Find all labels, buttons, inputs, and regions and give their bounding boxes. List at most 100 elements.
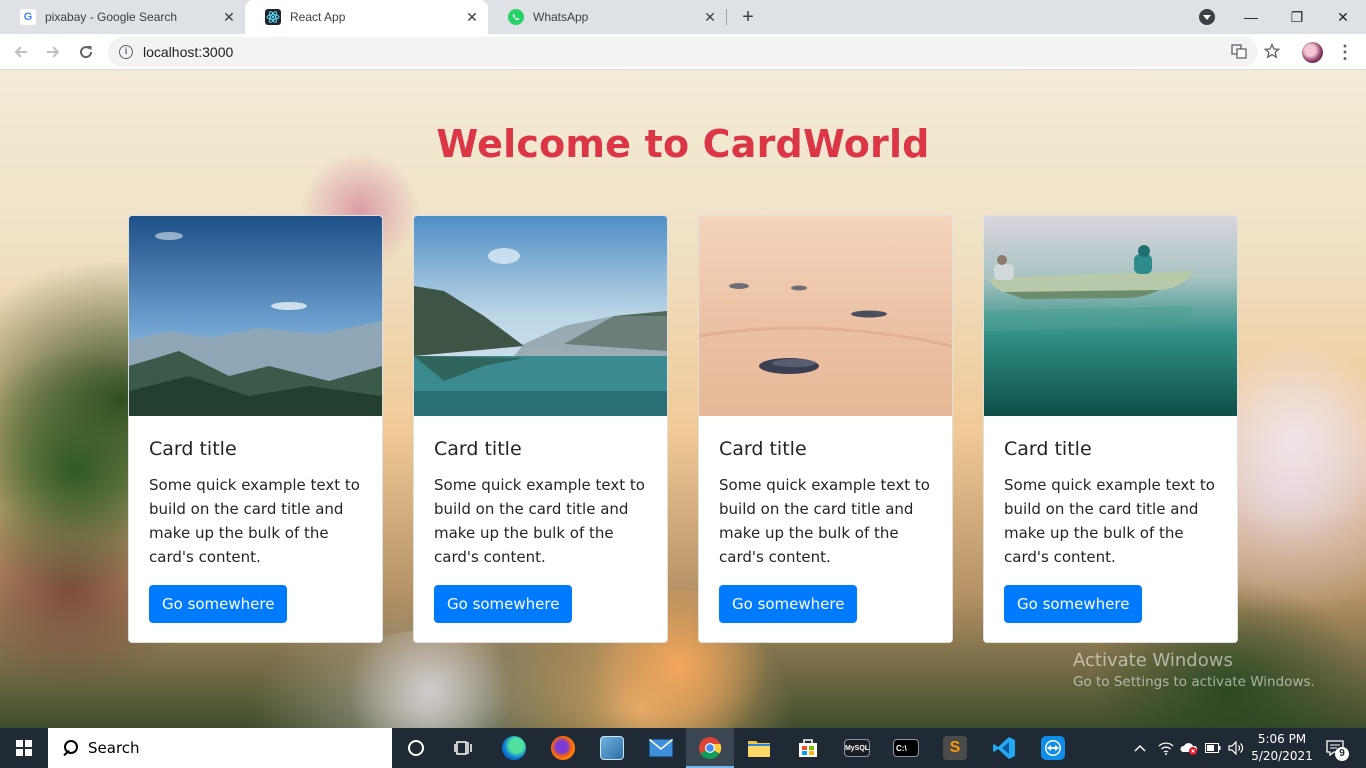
card-title: Card title <box>719 438 807 460</box>
new-tab-button[interactable]: + <box>738 7 758 27</box>
show-hidden-icons-button[interactable] <box>1130 728 1150 768</box>
tab-whatsapp[interactable]: WhatsApp ✕ <box>488 0 726 34</box>
go-somewhere-button[interactable]: Go somewhere <box>719 585 858 623</box>
terminal-icon: C:\ <box>893 739 919 757</box>
taskbar-file-explorer[interactable] <box>735 728 783 768</box>
tab-react-app[interactable]: React App ✕ <box>245 0 488 34</box>
taskbar-chrome[interactable] <box>686 728 734 768</box>
store-icon <box>799 739 817 757</box>
taskbar-search-box[interactable]: Search <box>48 728 392 768</box>
card-title: Card title <box>1004 438 1092 460</box>
activate-windows-watermark: Activate Windows Go to Settings to activ… <box>1073 650 1315 690</box>
taskbar-sublime-text[interactable]: S <box>931 728 979 768</box>
browser-menu-icon[interactable]: ⋮ <box>1336 42 1354 62</box>
card-image-mountain-valley <box>129 216 382 416</box>
arrow-left-icon <box>14 46 27 58</box>
card: Card title Some quick example text to bu… <box>128 215 383 643</box>
windows-logo-icon <box>16 740 32 756</box>
address-bar[interactable]: i localhost:3000 <box>108 37 1258 67</box>
firefox-icon <box>551 736 575 760</box>
card-title: Card title <box>434 438 522 460</box>
task-view-icon <box>454 741 472 755</box>
card-body: Card title Some quick example text to bu… <box>434 416 649 623</box>
taskbar-terminal[interactable]: C:\ <box>882 728 930 768</box>
reload-button[interactable] <box>74 40 98 64</box>
cortana-icon <box>408 740 424 756</box>
tab-divider <box>726 9 727 25</box>
taskbar-teamviewer[interactable] <box>1029 728 1077 768</box>
close-window-button[interactable]: ✕ <box>1320 0 1366 34</box>
sublime-text-icon: S <box>943 736 967 760</box>
watermark-subtitle: Go to Settings to activate Windows. <box>1073 674 1315 690</box>
onedrive-error-icon[interactable] <box>1178 728 1200 768</box>
tab-search-icon[interactable] <box>1199 9 1215 25</box>
cortana-button[interactable] <box>392 728 440 768</box>
start-button[interactable] <box>0 728 48 768</box>
card-text: Some quick example text to build on the … <box>434 476 645 566</box>
chrome-icon <box>699 737 722 759</box>
close-tab-icon[interactable]: ✕ <box>221 9 237 25</box>
taskbar-vscode[interactable] <box>980 728 1028 768</box>
url-text[interactable]: localhost:3000 <box>143 44 233 60</box>
browser-tab-strip: G pixabay - Google Search ✕ React App ✕ … <box>0 0 1366 34</box>
close-tab-icon[interactable]: ✕ <box>702 9 718 25</box>
clock-time: 5:06 PM <box>1257 732 1307 746</box>
react-icon <box>265 9 281 25</box>
watermark-title: Activate Windows <box>1073 650 1233 671</box>
task-view-button[interactable] <box>440 728 488 768</box>
card: Card title Some quick example text to bu… <box>983 215 1238 643</box>
card-text: Some quick example text to build on the … <box>1004 476 1215 566</box>
bookmark-star-icon[interactable] <box>1263 42 1281 61</box>
volume-icon[interactable] <box>1226 728 1248 768</box>
battery-icon[interactable] <box>1203 728 1223 768</box>
mail-icon <box>649 739 673 757</box>
card: Card title Some quick example text to bu… <box>413 215 668 643</box>
google-icon: G <box>20 9 36 25</box>
arrow-right-icon <box>47 46 60 58</box>
go-somewhere-button[interactable]: Go somewhere <box>149 585 288 623</box>
tab-title: WhatsApp <box>533 10 589 24</box>
site-info-icon[interactable]: i <box>119 45 133 59</box>
tab-pixabay-search[interactable]: G pixabay - Google Search ✕ <box>0 0 245 34</box>
taskbar-store[interactable] <box>784 728 832 768</box>
notification-count-badge: 9 <box>1335 747 1349 761</box>
go-somewhere-button[interactable]: Go somewhere <box>1004 585 1143 623</box>
search-icon <box>62 740 78 756</box>
file-explorer-icon <box>748 741 770 757</box>
vscode-icon <box>993 737 1015 759</box>
taskbar-edge[interactable] <box>490 728 538 768</box>
card-title: Card title <box>149 438 237 460</box>
browser-toolbar: i localhost:3000 ⋮ <box>0 34 1366 70</box>
tab-title: pixabay - Google Search <box>45 10 178 24</box>
action-center-button[interactable]: 9 <box>1320 728 1350 768</box>
minimize-button[interactable]: — <box>1228 0 1274 34</box>
edge-icon <box>502 736 526 760</box>
card-body: Card title Some quick example text to bu… <box>149 416 364 623</box>
card-body: Card title Some quick example text to bu… <box>1004 416 1219 623</box>
taskbar-control-panel[interactable] <box>588 728 636 768</box>
taskbar-firefox[interactable] <box>539 728 587 768</box>
clock-date: 5/20/2021 <box>1251 749 1313 763</box>
reload-icon <box>80 46 93 59</box>
profile-avatar[interactable] <box>1302 42 1323 63</box>
restore-button[interactable]: ❐ <box>1274 0 1320 34</box>
go-somewhere-button[interactable]: Go somewhere <box>434 585 573 623</box>
page-background: Welcome to CardWorld Card title Some qui… <box>0 70 1366 728</box>
back-button[interactable] <box>9 40 33 64</box>
taskbar-mysql[interactable]: MySQL <box>833 728 881 768</box>
card-image-mountain-lake <box>414 216 667 416</box>
card-text: Some quick example text to build on the … <box>149 476 360 566</box>
control-panel-icon <box>600 736 624 760</box>
taskbar-mail[interactable] <box>637 728 685 768</box>
system-clock[interactable]: 5:06 PM 5/20/2021 <box>1247 731 1317 765</box>
background-blossom <box>330 630 530 728</box>
card-image-pebbles-sand <box>699 216 952 416</box>
card-image-canoe-lake <box>984 216 1237 416</box>
chevron-up-icon <box>1134 744 1146 752</box>
close-tab-icon[interactable]: ✕ <box>464 9 480 25</box>
forward-button[interactable] <box>41 40 65 64</box>
translate-icon[interactable] <box>1230 43 1248 61</box>
tab-title: React App <box>290 10 346 24</box>
teamviewer-icon <box>1041 736 1065 760</box>
wifi-icon[interactable] <box>1155 728 1177 768</box>
